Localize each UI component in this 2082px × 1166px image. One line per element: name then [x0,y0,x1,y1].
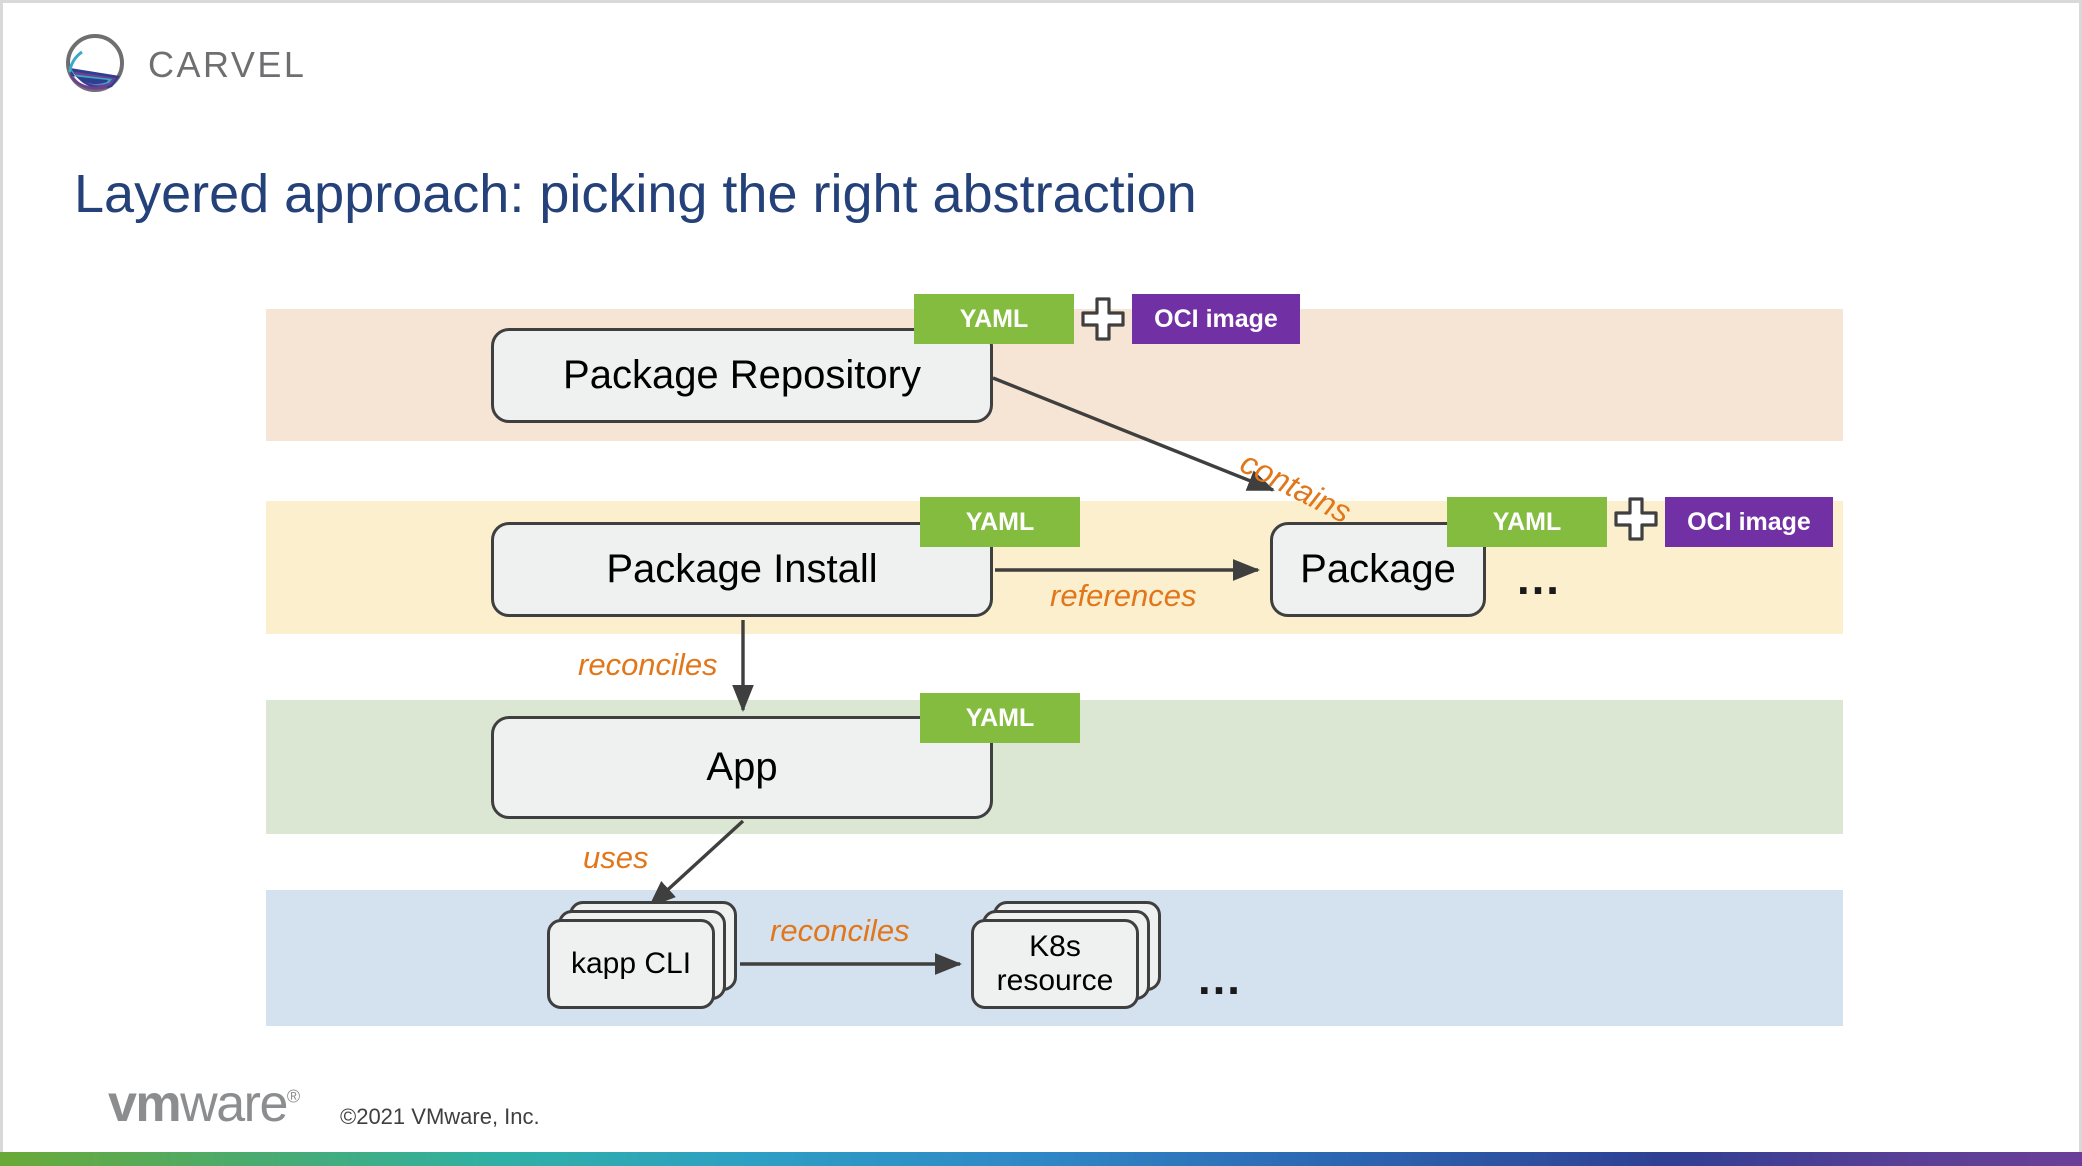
slide-canvas: CARVEL Layered approach: picking the rig… [0,0,2082,1166]
stack-sheet-front: kapp CLI [547,919,715,1009]
relation-label-references: references [1050,578,1197,613]
relation-label-reconciles-app: reconciles [578,647,718,682]
slide-frame-top [0,0,2082,3]
node-package-install[interactable]: Package Install [491,522,993,617]
vmware-logo-ware: ware [180,1075,288,1133]
relation-label-uses: uses [583,840,649,875]
page-title: Layered approach: picking the right abst… [74,164,1197,224]
slide-frame-left [0,0,3,1152]
copyright-notice: ©2021 VMware, Inc. [340,1104,540,1129]
carvel-wordmark: CARVEL [148,44,307,85]
relation-label-reconciles-k8s: reconciles [770,913,910,948]
badge-yaml-app: YAML [920,693,1080,743]
plus-icon [1614,497,1658,541]
badge-yaml-package: YAML [1447,497,1607,547]
footer-gradient-bar [0,1152,2082,1166]
badge-yaml-install: YAML [920,497,1080,547]
badge-yaml-repository: YAML [914,294,1074,344]
ellipsis-package: … [1515,552,1564,604]
badge-oci-image-repository: OCI image [1132,294,1300,344]
carvel-boat-icon [66,34,124,92]
vmware-logo: vmware® [108,1078,300,1130]
vmware-logo-vm: vm [108,1075,182,1133]
stack-sheet-front: K8s resource [971,919,1139,1009]
registered-trademark-icon: ® [286,1086,301,1107]
carvel-logo: CARVEL [60,30,340,100]
ellipsis-k8s: … [1196,952,1245,1004]
badge-oci-image-package: OCI image [1665,497,1833,547]
plus-icon [1081,297,1125,341]
node-kapp-cli[interactable]: kapp CLI [547,901,737,1009]
node-k8s-resource[interactable]: K8s resource [971,901,1161,1009]
node-app[interactable]: App [491,716,993,819]
